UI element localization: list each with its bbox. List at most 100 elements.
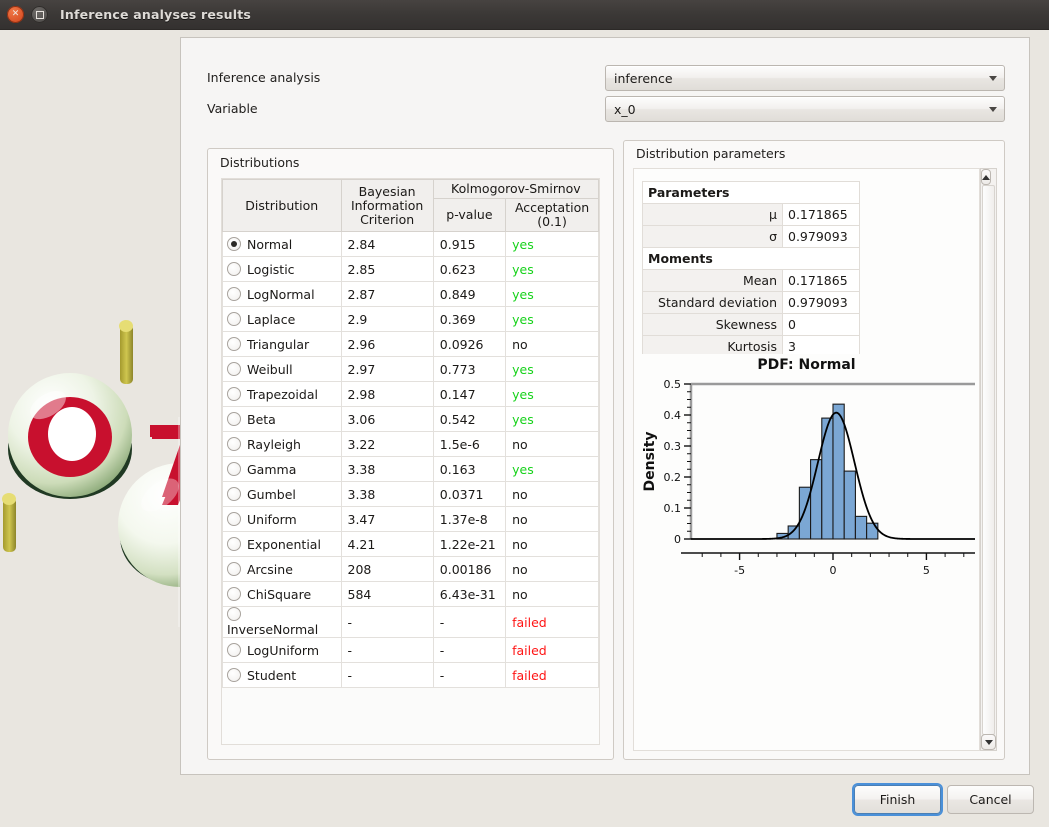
scroll-up-icon[interactable] — [981, 169, 991, 185]
distribution-name-cell[interactable]: Student — [222, 662, 342, 688]
bic-cell: 4.21 — [340, 531, 434, 557]
table-row[interactable]: Logistic 2.85 0.623 yes — [222, 256, 599, 282]
parameters-scrollbar[interactable] — [980, 168, 997, 751]
pvalue-cell: 0.849 — [432, 281, 507, 307]
variable-select[interactable]: x_0 — [605, 96, 1005, 122]
distribution-radio[interactable] — [227, 361, 241, 376]
acceptation-cell: yes — [505, 306, 599, 332]
distribution-name-cell[interactable]: Weibull — [222, 356, 342, 382]
distribution-label: Weibull — [247, 361, 293, 377]
table-row[interactable]: Gamma 3.38 0.163 yes — [222, 456, 599, 482]
histogram-bar — [843, 470, 856, 540]
distribution-radio[interactable] — [227, 286, 241, 301]
distribution-name-cell[interactable]: ChiSquare — [222, 581, 342, 607]
table-row[interactable]: Student - - failed — [222, 662, 599, 688]
distribution-name-cell[interactable]: Gumbel — [222, 481, 342, 507]
table-row[interactable]: Triangular 2.96 0.0926 no — [222, 331, 599, 357]
table-row[interactable]: Weibull 2.97 0.773 yes — [222, 356, 599, 382]
table-row[interactable]: Trapezoidal 2.98 0.147 yes — [222, 381, 599, 407]
distribution-radio[interactable] — [227, 236, 241, 251]
chart-title: PDF: Normal — [757, 357, 856, 373]
distribution-radio[interactable] — [227, 511, 241, 526]
table-row[interactable]: Laplace 2.9 0.369 yes — [222, 306, 599, 332]
table-row[interactable]: Gumbel 3.38 0.0371 no — [222, 481, 599, 507]
distributions-table-body: Normal 2.84 0.915 yes Logistic 2.85 0.623 yes Lo… — [222, 231, 599, 688]
y-tick-label: 0.2 — [664, 471, 682, 484]
pvalue-cell: 0.915 — [432, 231, 507, 257]
distribution-label: Student — [247, 667, 297, 683]
distributions-table-header: Distribution Bayesian Information Criter… — [222, 179, 599, 232]
distribution-name-cell[interactable]: Gamma — [222, 456, 342, 482]
distribution-parameters-title: Distribution parameters — [636, 146, 786, 161]
histogram-bar — [821, 417, 834, 540]
pvalue-cell: 1.5e-6 — [432, 431, 507, 457]
table-row[interactable]: Beta 3.06 0.542 yes — [222, 406, 599, 432]
distribution-name-cell[interactable]: Arcsine — [222, 556, 342, 582]
distribution-name-cell[interactable]: Laplace — [222, 306, 342, 332]
pvalue-cell: 0.163 — [432, 456, 507, 482]
distribution-radio[interactable] — [227, 311, 241, 326]
distribution-radio[interactable] — [227, 642, 241, 657]
distribution-label: Triangular — [247, 336, 310, 352]
acceptation-cell: no — [505, 531, 599, 557]
distribution-radio[interactable] — [227, 486, 241, 501]
bic-cell: 2.96 — [340, 331, 434, 357]
variable-label: Variable — [207, 101, 258, 116]
table-row[interactable]: InverseNormal - - failed — [222, 606, 599, 638]
close-icon[interactable]: ✕ — [7, 6, 24, 23]
finish-button[interactable]: Finish — [854, 785, 941, 814]
table-row[interactable]: Rayleigh 3.22 1.5e-6 no — [222, 431, 599, 457]
distribution-name-cell[interactable]: Rayleigh — [222, 431, 342, 457]
table-row[interactable]: Arcsine 208 0.00186 no — [222, 556, 599, 582]
histogram-bar — [787, 525, 800, 540]
distribution-name-cell[interactable]: Uniform — [222, 506, 342, 532]
distribution-name-cell[interactable]: LogNormal — [222, 281, 342, 307]
bic-cell: 2.84 — [340, 231, 434, 257]
table-row[interactable]: Normal 2.84 0.915 yes — [222, 231, 599, 257]
cancel-button[interactable]: Cancel — [947, 785, 1034, 814]
distribution-name-cell[interactable]: InverseNormal — [222, 606, 342, 638]
distribution-name-cell[interactable]: LogUniform — [222, 637, 342, 663]
inference-results-dialog: Inference analysis inference Variable x_… — [180, 37, 1030, 775]
maximize-icon[interactable] — [31, 6, 48, 23]
distribution-name-cell[interactable]: Trapezoidal — [222, 381, 342, 407]
distribution-name-cell[interactable]: Logistic — [222, 256, 342, 282]
distributions-table-panel: Distribution Bayesian Information Criter… — [221, 178, 600, 745]
distribution-radio[interactable] — [227, 436, 241, 451]
distribution-name-cell[interactable]: Normal — [222, 231, 342, 257]
distribution-name-cell[interactable]: Triangular — [222, 331, 342, 357]
chevron-down-icon — [982, 106, 1004, 112]
scroll-down-icon[interactable] — [981, 734, 996, 750]
distribution-name-cell[interactable]: Exponential — [222, 531, 342, 557]
pvalue-cell: 0.773 — [432, 356, 507, 382]
distribution-label: Arcsine — [247, 561, 293, 577]
x-tick-label: -5 — [734, 564, 745, 577]
table-row[interactable]: Exponential 4.21 1.22e-21 no — [222, 531, 599, 557]
col-kolmogorov-smirnov: Kolmogorov-Smirnov — [432, 179, 599, 199]
acceptation-cell: no — [505, 506, 599, 532]
distribution-radio[interactable] — [227, 261, 241, 276]
scrollbar-thumb[interactable] — [982, 185, 995, 735]
bic-cell: 3.06 — [340, 406, 434, 432]
parameter-row: μ 0.171865 — [642, 203, 860, 226]
distribution-radio[interactable] — [227, 461, 241, 476]
distribution-radio[interactable] — [227, 586, 241, 601]
bic-cell: - — [340, 606, 434, 638]
pvalue-cell: - — [432, 606, 507, 638]
distribution-radio[interactable] — [227, 386, 241, 401]
distribution-radio[interactable] — [227, 667, 241, 682]
table-row[interactable]: ChiSquare 584 6.43e-31 no — [222, 581, 599, 607]
distribution-radio[interactable] — [227, 561, 241, 576]
distribution-radio[interactable] — [227, 536, 241, 551]
parameters-table: Parameters μ 0.171865 σ 0.979093 Moments Mean 0… — [642, 181, 860, 358]
distribution-radio[interactable] — [227, 411, 241, 426]
table-row[interactable]: Uniform 3.47 1.37e-8 no — [222, 506, 599, 532]
distribution-radio[interactable] — [227, 607, 241, 621]
pvalue-cell: 0.147 — [432, 381, 507, 407]
table-row[interactable]: LogUniform - - failed — [222, 637, 599, 663]
distribution-radio[interactable] — [227, 336, 241, 351]
distribution-name-cell[interactable]: Beta — [222, 406, 342, 432]
table-row[interactable]: LogNormal 2.87 0.849 yes — [222, 281, 599, 307]
y-axis-label: Density — [642, 431, 658, 491]
inference-analysis-select[interactable]: inference — [605, 65, 1005, 91]
